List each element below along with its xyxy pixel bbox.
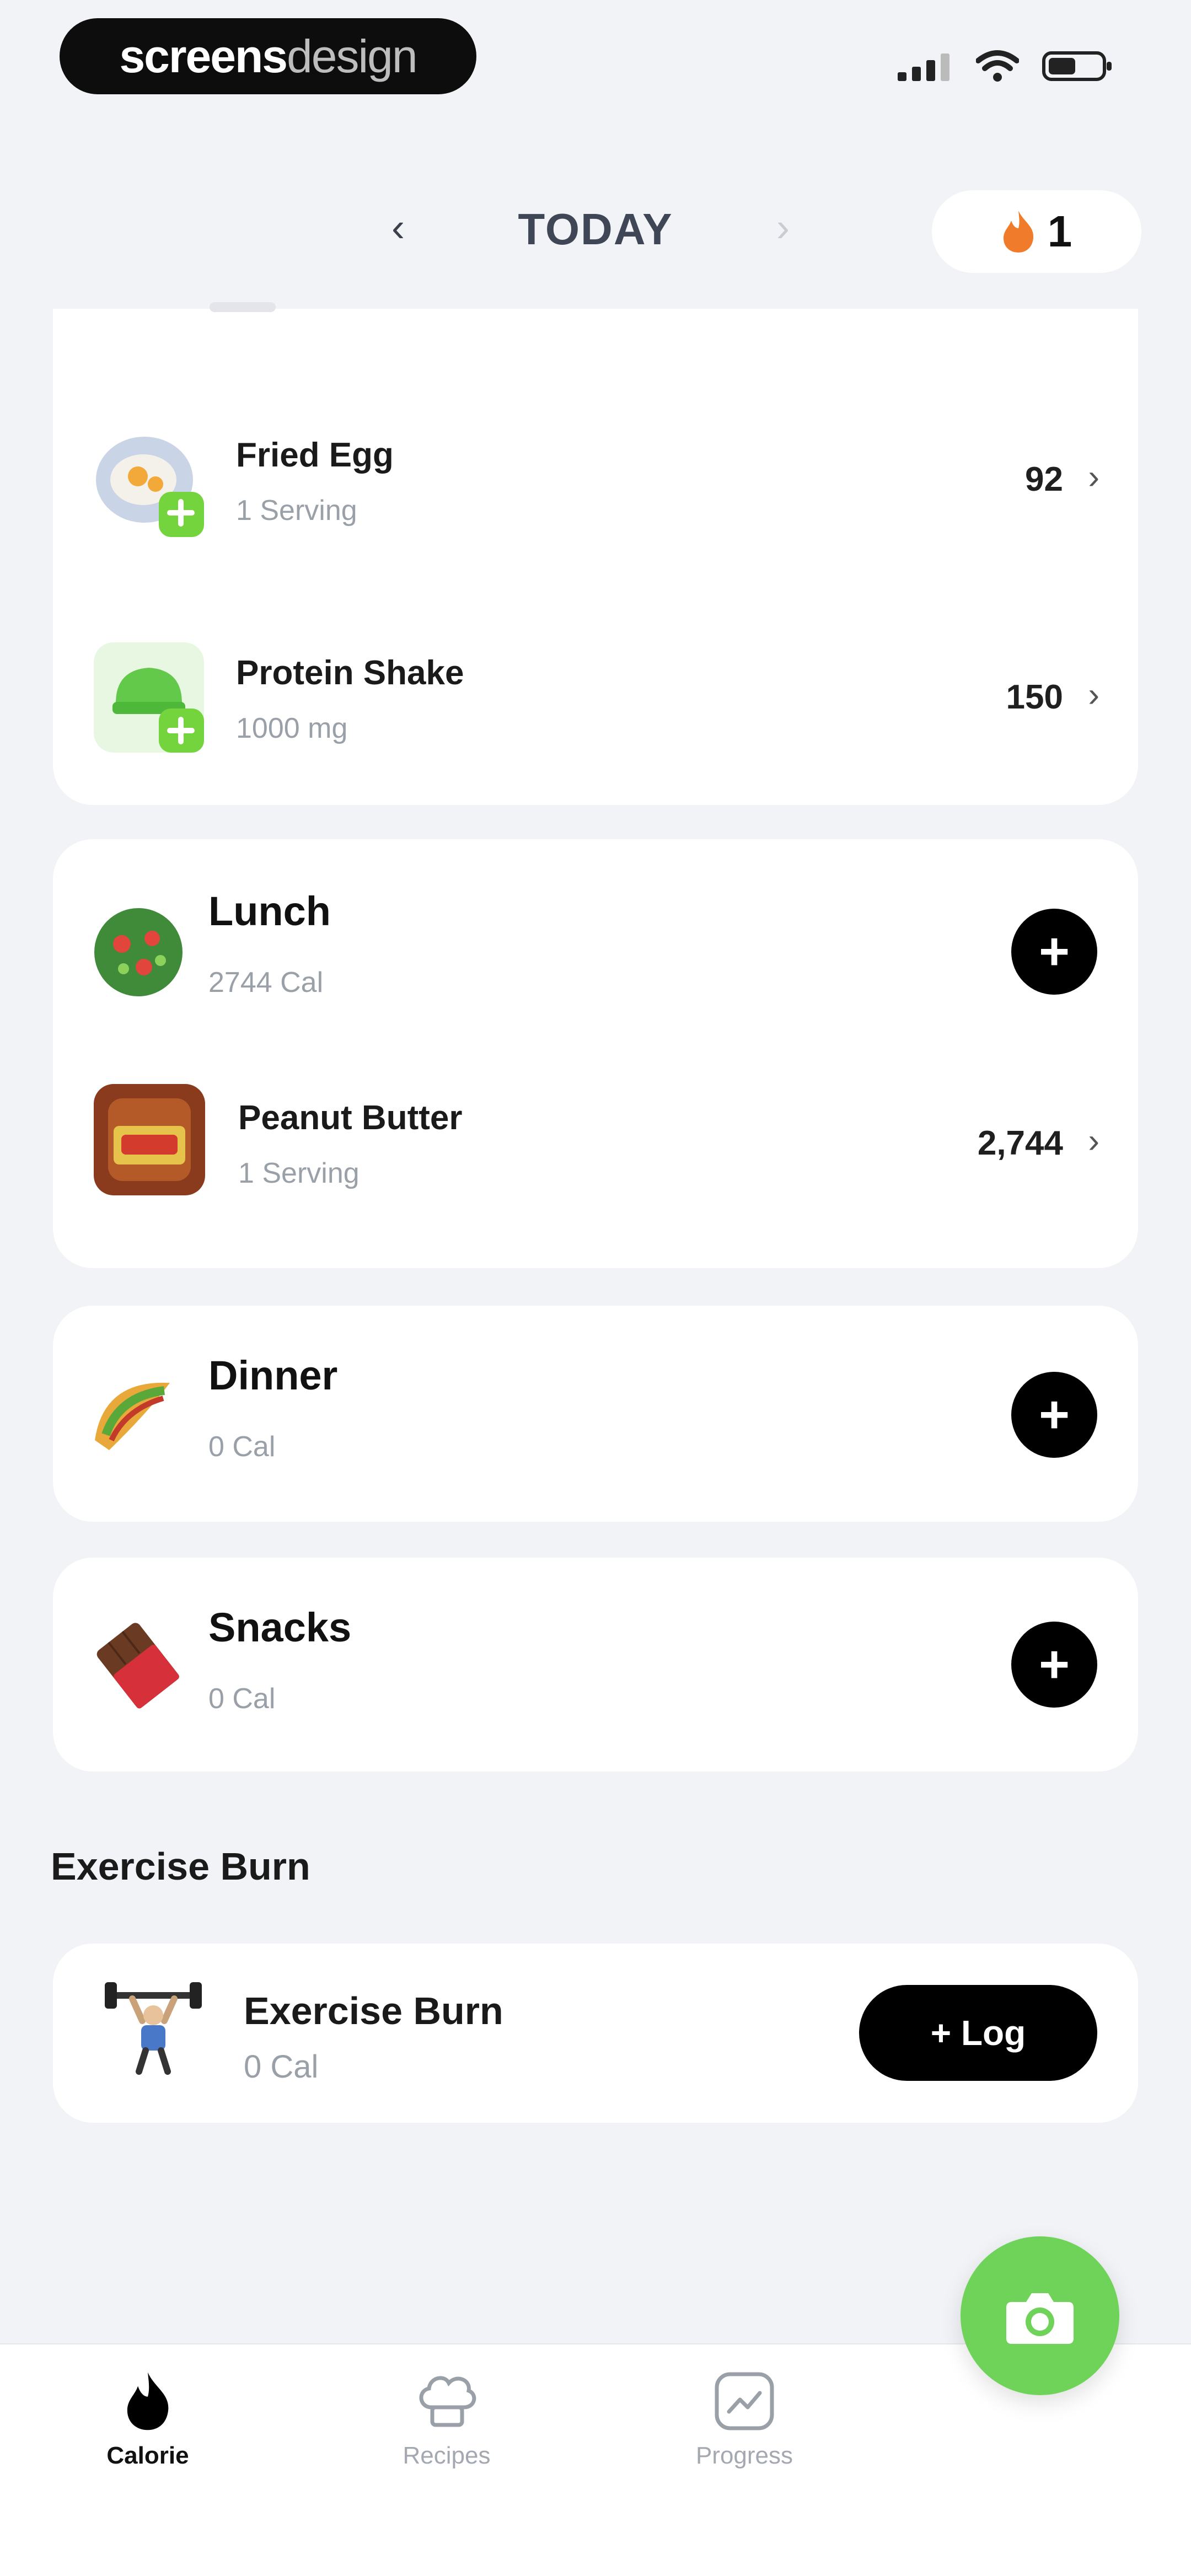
chevron-right-icon: › [1088, 1122, 1099, 1160]
exercise-title: Exercise Burn [244, 1989, 503, 2032]
flame-icon [1003, 211, 1033, 253]
taco-icon [87, 1363, 186, 1462]
food-row-protein-shake[interactable]: Protein Shake 1000 mg 150 › [53, 631, 1138, 775]
meal-calories: 2744 Cal [208, 967, 324, 999]
food-name: Peanut Butter [238, 1099, 463, 1137]
wifi-icon [976, 50, 1019, 82]
add-lunch-button[interactable]: + [1011, 909, 1097, 995]
food-calories: 92 [1025, 460, 1063, 498]
battery-icon [1042, 51, 1112, 81]
food-calories: 2,744 [977, 1124, 1063, 1162]
next-day-button[interactable]: › [776, 205, 790, 250]
streak-count: 1 [1047, 207, 1072, 256]
meal-title: Dinner [208, 1353, 338, 1398]
food-portion: 1 Serving [238, 1157, 360, 1189]
food-row-fried-egg[interactable]: Fried Egg 1 Serving 92 › [53, 414, 1138, 557]
chocolate-bar-icon [87, 1613, 186, 1712]
log-exercise-button[interactable]: + Log [859, 1985, 1097, 2081]
exercise-card: Exercise Burn 0 Cal + Log [53, 1944, 1138, 2123]
food-row-peanut-butter[interactable]: Peanut Butter 1 Serving 2,744 › [53, 1082, 1138, 1225]
add-snacks-button[interactable]: + [1011, 1622, 1097, 1708]
meal-calories: 0 Cal [208, 1683, 276, 1715]
salad-icon [92, 905, 185, 999]
camera-icon [1006, 2293, 1074, 2344]
protein-shake-image [94, 642, 204, 753]
food-name: Fried Egg [236, 436, 394, 474]
tab-label: Calorie [106, 2442, 189, 2469]
fried-egg-image [94, 430, 204, 540]
screensdesign-logo: screens design [60, 18, 476, 94]
tab-label: Progress [695, 2442, 793, 2469]
tab-label: Recipes [403, 2442, 491, 2469]
exercise-section-heading: Exercise Burn [51, 1845, 310, 1888]
tab-calorie[interactable]: Calorie [49, 2371, 247, 2470]
snacks-card: Snacks 0 Cal + [53, 1558, 1138, 1772]
signal-icon [898, 53, 949, 81]
status-icons [898, 50, 1114, 83]
dinner-card: Dinner 0 Cal + [53, 1306, 1138, 1522]
chevron-right-icon: › [1088, 458, 1099, 496]
scrolled-subtitle-fragment [210, 302, 276, 312]
food-portion: 1000 mg [236, 712, 348, 744]
chevron-right-icon: › [1088, 676, 1099, 714]
tab-recipes[interactable]: Recipes [347, 2371, 546, 2470]
streak-badge[interactable]: 1 [932, 190, 1141, 273]
chart-icon [715, 2372, 774, 2430]
flame-icon [127, 2372, 169, 2430]
tab-progress[interactable]: Progress [645, 2371, 844, 2470]
lunch-card: Lunch 2744 Cal + Peanut Butter 1 Serving… [53, 839, 1138, 1268]
peanut-butter-image [92, 1082, 205, 1195]
food-portion: 1 Serving [236, 495, 357, 527]
meal-title: Snacks [208, 1604, 352, 1650]
food-name: Protein Shake [236, 654, 464, 692]
meal-title: Lunch [208, 888, 331, 934]
camera-scan-button[interactable] [961, 2236, 1119, 2395]
chef-hat-icon [419, 2376, 476, 2427]
meal-calories: 0 Cal [208, 1431, 276, 1463]
food-calories: 150 [1006, 678, 1063, 716]
add-dinner-button[interactable]: + [1011, 1372, 1097, 1458]
weightlifter-icon [104, 1977, 203, 2076]
exercise-calories: 0 Cal [244, 2049, 319, 2085]
